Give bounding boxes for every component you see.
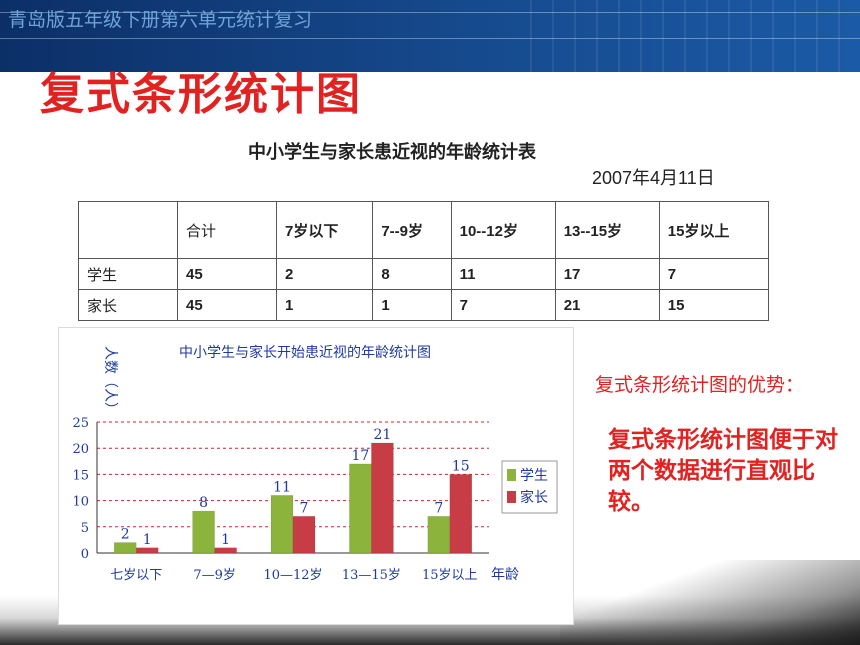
data-label: 1 [143,532,152,548]
advantage-body: 复式条形统计图便于对两个数据进行直观比较。 [608,427,838,515]
table-header-cell: 13--15岁 [554,201,660,259]
table-title: 中小学生与家长患近视的年龄统计表 [248,142,536,163]
bar-student [270,495,294,554]
table-header-row: 合计 7岁以下 7--9岁 10--12岁 13--15岁 15岁以上 [78,201,770,259]
data-label: 15 [452,458,470,474]
table-row: 家长 45 1 1 7 21 15 [78,289,770,321]
y-tick-label: 20 [72,442,89,457]
advantage-title: 复式条形统计图的优势： [595,374,805,396]
x-tick-label: 15岁以上 [422,568,478,583]
table-cell: 1 [372,289,452,321]
banner-title: 青岛版五年级下册第六单元统计复习 [8,9,313,31]
table-row-label: 学生 [78,258,178,290]
table-row: 学生 45 2 8 11 17 7 [78,258,770,290]
chart-title: 中小学生与家长开始患近视的年龄统计图 [179,344,431,361]
table-cell: 11 [450,258,556,290]
table-row-label: 家长 [78,289,178,321]
bar-parent [371,442,394,554]
data-label: 2 [121,527,130,543]
y-tick-label: 0 [81,547,89,562]
data-label: 11 [273,479,291,495]
data-label: 17 [351,448,369,464]
table-cell: 21 [554,289,660,321]
slide-title: 复式条形统计图 [40,69,362,120]
y-tick-label: 25 [72,416,89,431]
data-label: 21 [373,427,391,443]
bar-parent [135,547,159,554]
table-header-cell: 7--9岁 [372,201,452,259]
bar-student [349,463,372,554]
legend-swatch [507,491,516,503]
x-tick-label: 7—9岁 [193,568,236,583]
data-label: 7 [434,500,443,516]
table-cell: 8 [372,258,452,290]
legend-swatch [507,469,516,481]
table-header-cell: 10--12岁 [450,201,556,259]
bar-student [192,510,215,554]
table-header-cell: 合计 [177,201,277,259]
chart-panel: 中小学生与家长开始患近视的年龄统计图 人数（人） 0 5 10 15 20 25 2 1 七岁以下 8… [58,327,574,625]
y-tick-label: 10 [72,495,89,510]
bar-student [113,542,137,554]
table-cell: 7 [450,289,556,321]
banner-line [0,38,860,39]
data-label: 8 [199,495,208,511]
table-cell: 1 [275,289,374,321]
table-cell: 15 [658,289,770,321]
table-cell: 45 [177,289,277,321]
y-tick-label: 15 [72,468,89,483]
x-tick-label: 13—15岁 [342,568,401,583]
table-cell: 2 [275,258,374,290]
bar-parent [292,516,316,554]
bar-parent [214,547,237,554]
table-cell: 45 [177,258,277,290]
table-cell: 7 [658,258,770,290]
data-label: 1 [221,532,230,548]
data-label: 7 [300,500,309,516]
statistics-table: 合计 7岁以下 7--9岁 10--12岁 13--15岁 15岁以上 学生 4… [78,201,770,321]
legend-label: 学生 [520,468,548,484]
banner-stripe [530,0,860,72]
table-cell: 17 [554,258,660,290]
table-header-cell: 15岁以上 [658,201,770,259]
x-tick-label: 10—12岁 [263,568,322,583]
y-axis-label: 人数（人） [102,346,118,416]
table-header-cell: 7岁以下 [275,201,374,259]
bar-parent [449,474,473,554]
floor-shadow [560,560,860,645]
legend-label: 家长 [520,489,548,506]
bar-student [427,516,451,554]
y-tick-label: 5 [81,521,89,536]
bar-chart: 中小学生与家长开始患近视的年龄统计图人数（人）05101520252 1七岁以下8… [72,344,558,583]
table-header-cell [78,201,178,259]
x-tick-label: 七岁以下 [110,568,162,583]
table-date: 2007年4月11日 [592,168,715,188]
x-axis-label: 年龄 [491,567,519,583]
